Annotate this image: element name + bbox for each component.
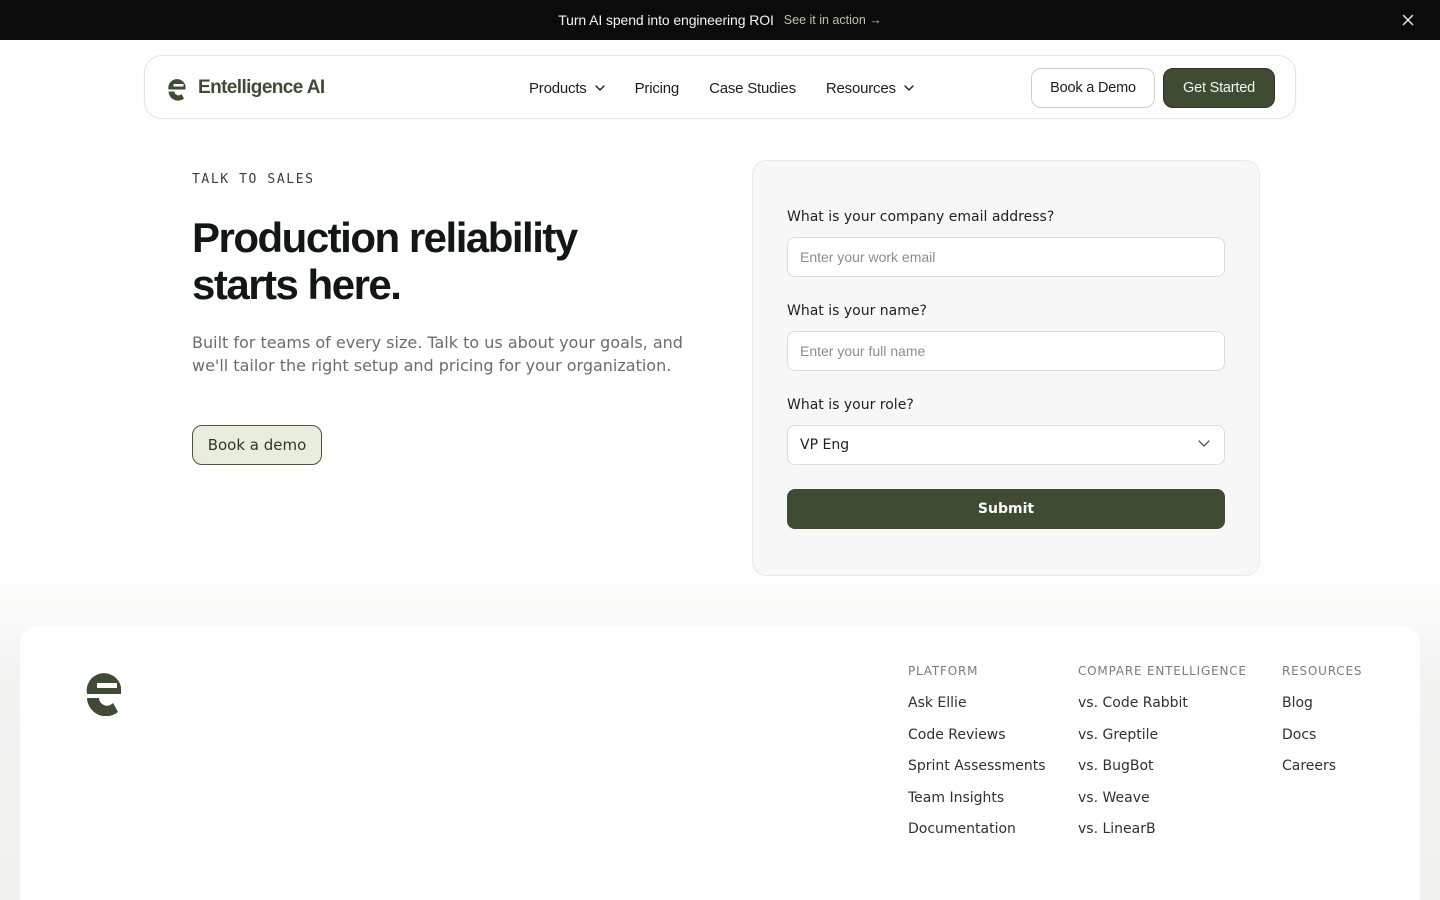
role-label: What is your role?	[787, 397, 914, 413]
email-field[interactable]	[787, 237, 1225, 277]
footer-link-documentation[interactable]: Documentation	[908, 821, 1046, 839]
book-a-demo-button[interactable]: Book a demo	[192, 425, 322, 465]
name-label: What is your name?	[787, 303, 927, 319]
chevron-down-icon	[904, 85, 914, 91]
hero-title: Production reliability starts here.	[192, 214, 672, 308]
email-label: What is your company email address?	[787, 209, 1055, 225]
footer: PLATFORM Ask Ellie Code Reviews Sprint A…	[20, 626, 1420, 900]
close-icon[interactable]	[1398, 10, 1418, 30]
hero-title-line-1: Production reliability	[192, 214, 578, 261]
chevron-down-icon	[594, 85, 605, 91]
footer-column-platform: PLATFORM Ask Ellie Code Reviews Sprint A…	[908, 664, 1046, 853]
contact-form: What is your company email address? What…	[752, 160, 1260, 576]
book-demo-button[interactable]: Book a Demo	[1031, 68, 1155, 108]
get-started-button[interactable]: Get Started	[1163, 68, 1275, 108]
submit-button[interactable]: Submit	[787, 489, 1225, 529]
chevron-down-icon	[1198, 440, 1210, 447]
footer-link-vs-weave[interactable]: vs. Weave	[1078, 790, 1247, 808]
footer-link-vs-greptile[interactable]: vs. Greptile	[1078, 727, 1247, 745]
footer-link-sprint-assessments[interactable]: Sprint Assessments	[908, 758, 1046, 776]
footer-link-team-insights[interactable]: Team Insights	[908, 790, 1046, 808]
footer-link-code-reviews[interactable]: Code Reviews	[908, 727, 1046, 745]
footer-link-careers[interactable]: Careers	[1282, 758, 1362, 776]
footer-column-compare: COMPARE ENTELLIGENCE vs. Code Rabbit vs.…	[1078, 664, 1247, 853]
hero-eyebrow: TALK TO SALES	[192, 172, 315, 187]
entelligence-logo-icon	[165, 75, 189, 101]
hero-title-line-2: starts here.	[192, 261, 402, 308]
footer-link-ask-ellie[interactable]: Ask Ellie	[908, 695, 1046, 713]
nav-products[interactable]: Products	[529, 80, 605, 97]
nav-pricing-label: Pricing	[634, 79, 680, 97]
nav-pricing[interactable]: Pricing	[634, 79, 680, 97]
nav-resources[interactable]: Resources	[826, 80, 914, 97]
footer-column-title: RESOURCES	[1282, 664, 1363, 678]
role-select[interactable]: VP Eng	[787, 425, 1225, 465]
nav-resources-label: Resources	[825, 79, 896, 97]
announcement-bar: Turn AI spend into engineering ROI See i…	[0, 0, 1440, 40]
nav-case-studies-label: Case Studies	[709, 79, 796, 97]
brand-link[interactable]: Entelligence AI	[165, 74, 325, 102]
nav-case-studies[interactable]: Case Studies	[709, 80, 796, 97]
footer-logo-icon[interactable]	[80, 666, 128, 721]
footer-link-vs-bugbot[interactable]: vs. BugBot	[1078, 758, 1247, 776]
main-nav: Entelligence AI Products Pricing Case St…	[144, 55, 1296, 119]
footer-column-title: COMPARE ENTELLIGENCE	[1078, 664, 1247, 678]
nav-products-label: Products	[529, 79, 587, 97]
footer-link-blog[interactable]: Blog	[1282, 695, 1362, 713]
footer-column-title: PLATFORM	[908, 664, 979, 678]
announcement-message: Turn AI spend into engineering ROI	[558, 12, 774, 28]
footer-link-vs-code-rabbit[interactable]: vs. Code Rabbit	[1078, 695, 1247, 713]
brand-name: Entelligence AI	[198, 77, 325, 98]
name-field[interactable]	[787, 331, 1225, 371]
announcement-link[interactable]: See it in action →	[784, 13, 882, 27]
nav-links: Products Pricing Case Studies Resources	[529, 76, 944, 100]
hero-subtitle: Built for teams of every size. Talk to u…	[192, 333, 683, 375]
footer-link-vs-linearb[interactable]: vs. LinearB	[1078, 821, 1247, 839]
footer-link-docs[interactable]: Docs	[1282, 727, 1362, 745]
role-select-value: VP Eng	[800, 437, 850, 453]
footer-column-resources: RESOURCES Blog Docs Careers	[1282, 664, 1362, 790]
